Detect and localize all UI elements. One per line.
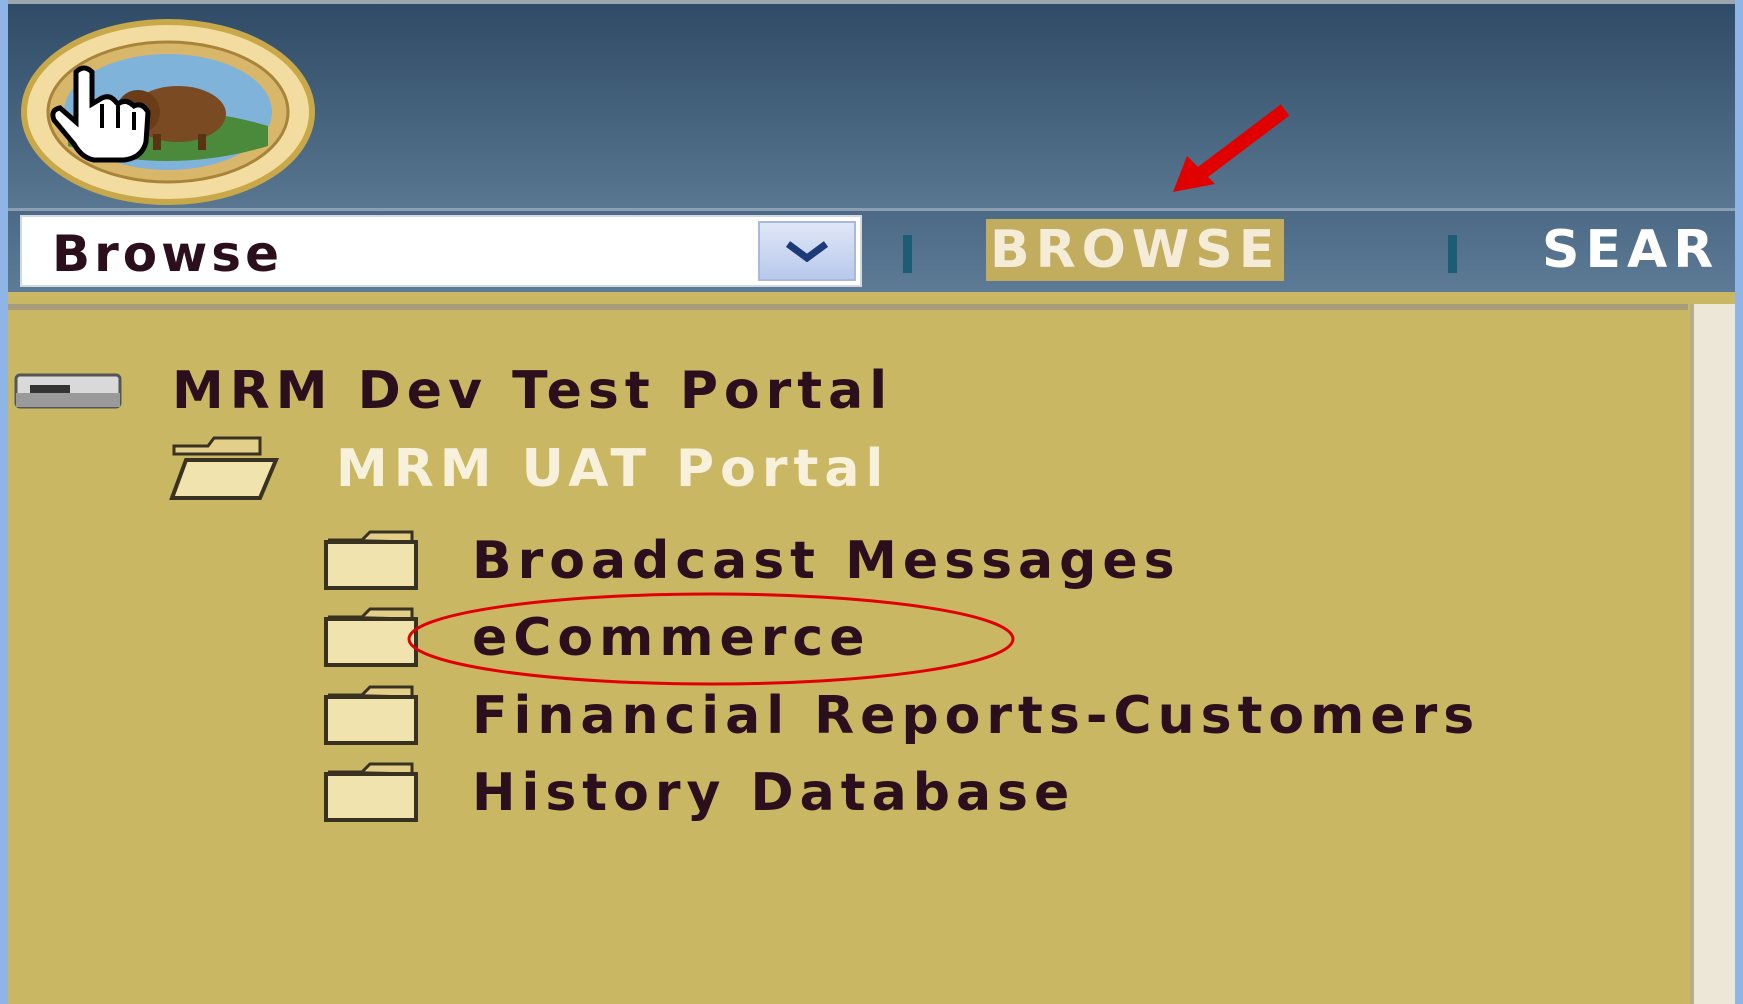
nav-separator [903,235,912,273]
open-folder-icon [169,436,280,500]
scrollbar[interactable] [1690,304,1735,1004]
folder-icon [324,685,418,745]
tree-node-folder[interactable]: History Database [322,758,1075,828]
tree-label-folder: Broadcast Messages [472,531,1181,591]
nav-link-browse[interactable]: BROWSE [986,219,1285,281]
nav-link-search[interactable]: SEAR [1538,219,1723,281]
hand-pointer-icon [50,65,151,163]
annotation-ellipse [407,592,1015,686]
nav-separator [1448,235,1457,273]
annotation-arrow [1173,104,1290,192]
tree-node-folder[interactable]: Broadcast Messages [322,526,1181,596]
tree-label-folder: History Database [472,763,1076,823]
folder-icon [324,530,418,590]
dropdown-button[interactable] [758,221,856,281]
window-border-left [0,0,8,1004]
tree-label-folder: Financial Reports-Customers [472,686,1481,746]
view-select[interactable]: Browse [20,215,862,287]
folder-icon [324,762,418,822]
tree-label-portal: MRM UAT Portal [336,439,890,499]
drive-icon [14,373,122,409]
tree-label-root: MRM Dev Test Portal [172,361,894,421]
navigation-bar: Browse BROWSE SEAR [8,208,1735,292]
window-border-right [1735,0,1743,1004]
view-select-value: Browse [52,225,283,283]
tree-node-root[interactable]: MRM Dev Test Portal [14,356,893,426]
chevron-down-icon [785,241,829,262]
header-banner [8,0,1735,212]
tree-node-folder[interactable]: Financial Reports-Customers [322,681,1480,751]
tree-node-portal[interactable]: MRM UAT Portal [168,434,889,504]
